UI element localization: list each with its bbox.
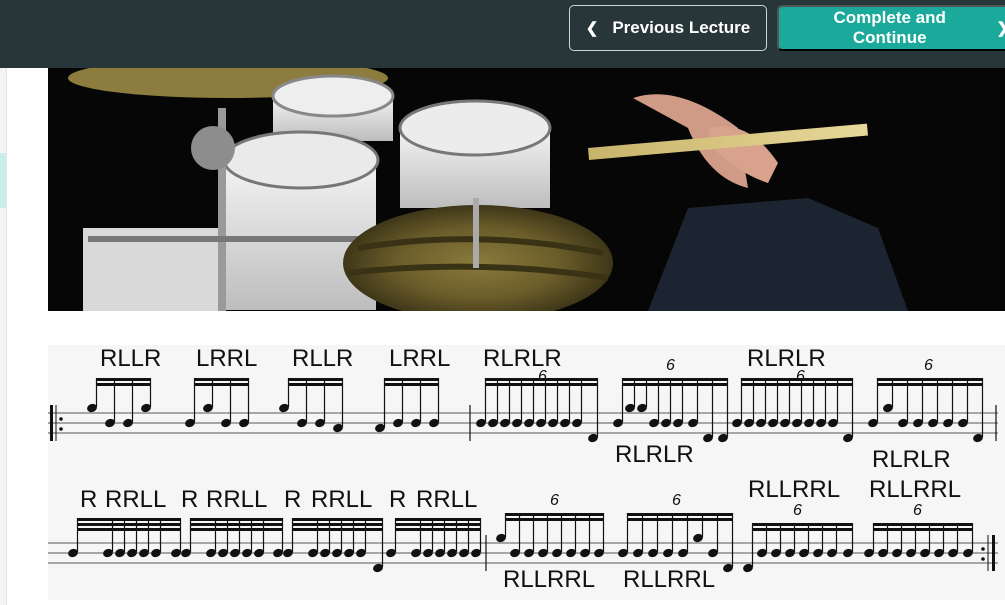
tuplet-number: 6 — [666, 357, 675, 374]
note-beam — [877, 383, 983, 386]
note-beam — [77, 528, 181, 531]
tuplet-number: 6 — [672, 492, 681, 509]
note-group — [613, 378, 729, 443]
note-beam — [505, 518, 604, 521]
note-beam — [395, 528, 481, 531]
sticking-label: R — [284, 486, 301, 513]
complete-and-continue-button[interactable]: Complete and Continue ❯ — [777, 5, 1005, 51]
tuplet-number: 6 — [793, 502, 802, 519]
note-group — [386, 518, 482, 558]
note-group — [476, 378, 599, 443]
tom-drum — [398, 99, 552, 208]
sticking-label: RLLRRL — [623, 566, 715, 593]
tuplet-number: 6 — [550, 492, 559, 509]
sticking-label: RRLL — [206, 486, 267, 513]
note-beam — [292, 523, 383, 526]
note-beam — [741, 378, 853, 381]
note-group — [279, 378, 344, 433]
note-group — [87, 378, 152, 428]
sticking-label: RRLL — [105, 486, 166, 513]
note-beam — [627, 513, 733, 516]
sticking-label: RLLRRL — [869, 476, 961, 503]
note-beam — [292, 518, 383, 521]
note-beam — [96, 378, 151, 381]
sticking-label: RLRLR — [872, 446, 951, 473]
note-beam — [622, 378, 728, 381]
note-beam — [485, 383, 598, 386]
note-beam — [485, 378, 598, 381]
sticking-label: RLRLR — [483, 345, 562, 372]
sticking-label: R — [181, 486, 198, 513]
note-beam — [627, 518, 733, 521]
lesson-video[interactable] — [48, 68, 1005, 311]
sticking-label: R — [389, 486, 406, 513]
note-beam — [77, 523, 181, 526]
drum-notation: RLLR LRRL RLLR LRRL RLRLR RLRLR 6 6 6 6 … — [48, 345, 998, 593]
note-beam — [288, 383, 343, 386]
complete-and-continue-label: Complete and Continue — [833, 8, 946, 47]
note-beam — [194, 378, 249, 381]
note-beam — [395, 518, 481, 521]
note-beam — [194, 383, 249, 386]
sticking-label: RLLRRL — [503, 566, 595, 593]
tuplet-number: 6 — [796, 368, 805, 385]
sticking-label: RRLL — [311, 486, 372, 513]
drum-kit-video-frame — [48, 68, 1005, 311]
sticking-label: LRRL — [196, 345, 257, 372]
lecture-top-bar: ❮ Previous Lecture Complete and Continue… — [0, 0, 1005, 68]
tuplet-number: 6 — [924, 357, 933, 374]
note-group — [375, 378, 440, 433]
tuplet-number: 6 — [913, 502, 922, 519]
note-beam — [505, 513, 604, 516]
note-group — [68, 518, 182, 558]
note-beam — [741, 383, 853, 386]
sticking-label: RLRLR — [615, 441, 694, 468]
previous-lecture-label: Previous Lecture — [612, 18, 751, 37]
note-beam — [384, 378, 439, 381]
sidebar-active-item[interactable] — [0, 153, 6, 208]
sidebar-edge — [0, 68, 7, 605]
note-beam — [752, 528, 853, 531]
sticking-label: R — [80, 486, 97, 513]
sticking-label: RLLR — [292, 345, 353, 372]
note-beam — [752, 523, 853, 526]
note-beam — [190, 523, 283, 526]
sticking-label: LRRL — [389, 345, 450, 372]
previous-lecture-button[interactable]: ❮ Previous Lecture — [569, 5, 767, 51]
chevron-right-icon: ❯ — [996, 19, 1005, 37]
note-beam — [190, 518, 283, 521]
note-beam — [288, 378, 343, 381]
note-group — [181, 518, 284, 558]
sticking-label: RRLL — [416, 486, 477, 513]
note-beam — [77, 518, 181, 521]
note-beam — [873, 528, 973, 531]
note-beam — [395, 523, 481, 526]
note-group — [185, 378, 250, 428]
note-beam — [292, 528, 383, 531]
sticking-label: RLLRRL — [748, 476, 840, 503]
note-group — [743, 523, 854, 573]
repeat-bar — [992, 535, 995, 571]
repeat-bar — [50, 405, 53, 441]
note-group — [283, 518, 384, 573]
sticking-label: RLRLR — [747, 345, 826, 372]
note-beam — [96, 383, 151, 386]
note-beam — [877, 378, 983, 381]
notes-row-1 — [87, 378, 984, 443]
note-beam — [622, 383, 728, 386]
note-beam — [873, 523, 973, 526]
note-group — [732, 378, 854, 443]
note-beam — [190, 528, 283, 531]
note-group — [496, 513, 605, 558]
sticking-label: RLLR — [100, 345, 161, 372]
chevron-left-icon: ❮ — [585, 20, 599, 37]
note-group — [868, 378, 984, 443]
sheet-music-image: RLLR LRRL RLLR LRRL RLRLR RLRLR 6 6 6 6 … — [48, 345, 1005, 600]
note-beam — [384, 383, 439, 386]
